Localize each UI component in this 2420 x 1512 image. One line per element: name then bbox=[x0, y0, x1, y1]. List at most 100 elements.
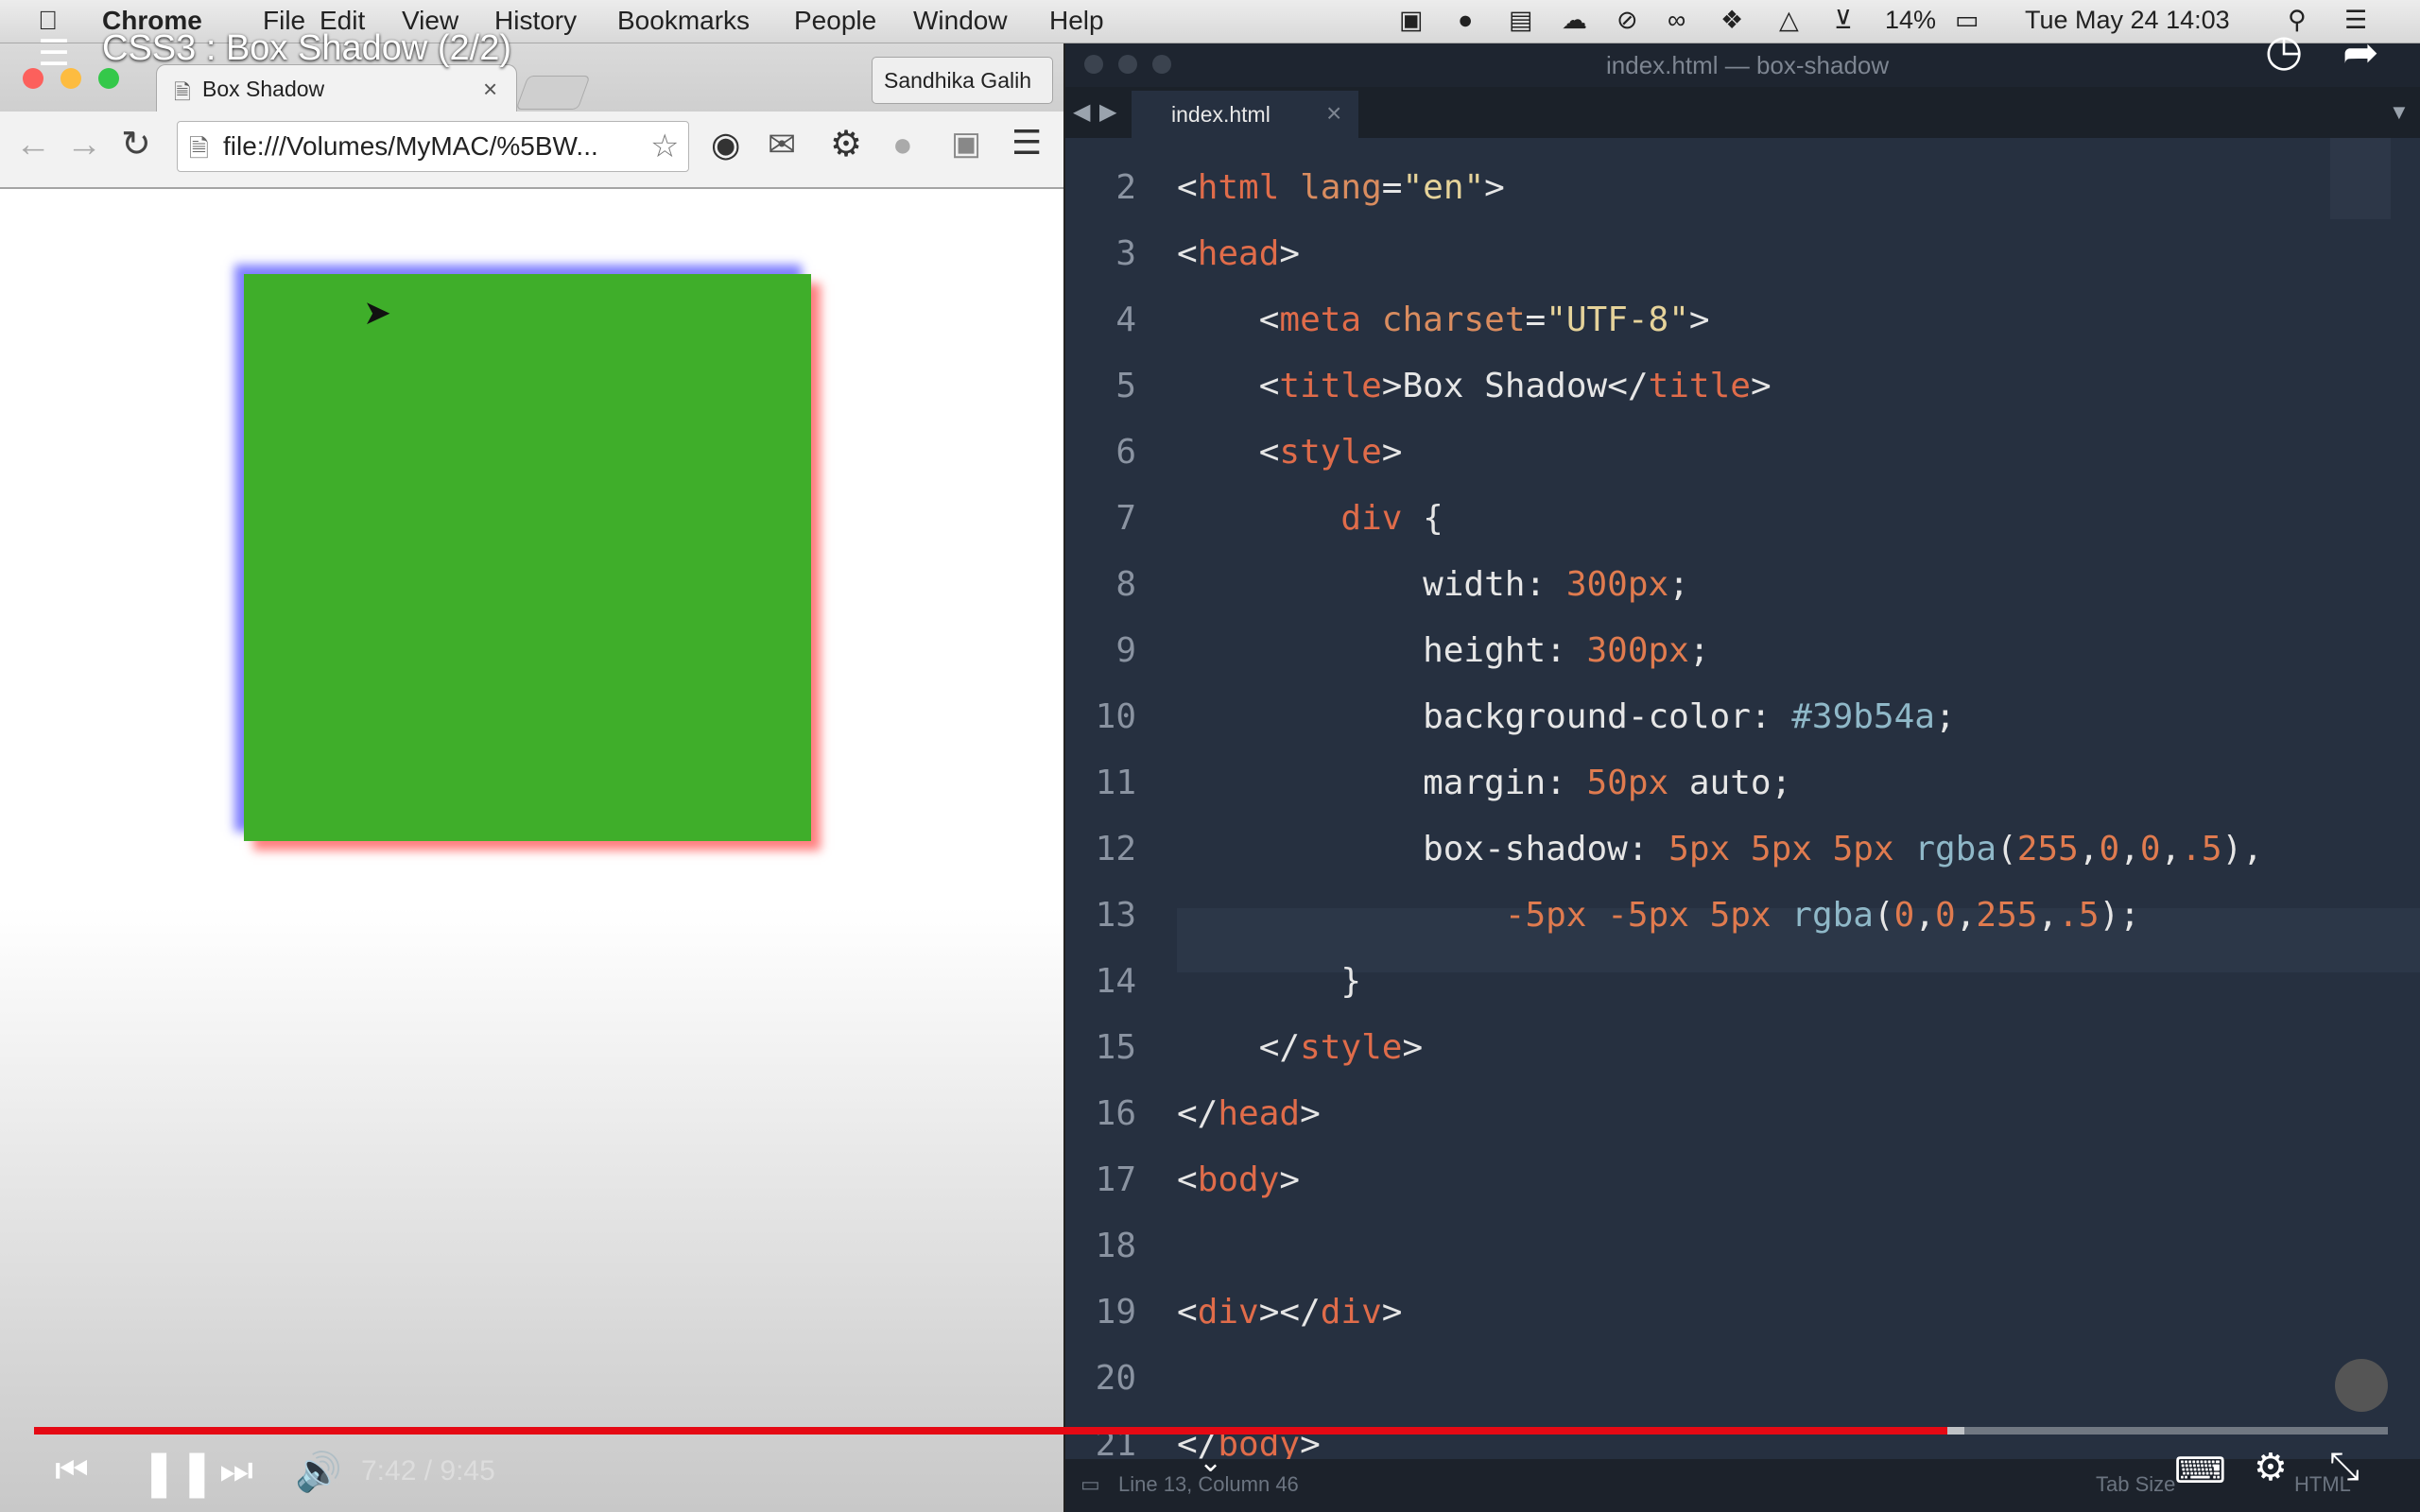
back-button[interactable]: ← bbox=[15, 125, 51, 165]
line-number: 14 bbox=[1095, 962, 1136, 1001]
progress-played bbox=[34, 1427, 1947, 1435]
line-number: 2 bbox=[1115, 168, 1136, 207]
settings-icon[interactable]: ⚙ bbox=[2254, 1446, 2288, 1489]
cloud-icon[interactable]: ☁ bbox=[1562, 6, 1587, 35]
status-panel-icon[interactable]: ▭ bbox=[1080, 1472, 1100, 1497]
time-display: 7:42 / 9:45 bbox=[361, 1455, 495, 1486]
evernote-extension-icon[interactable]: ● bbox=[892, 125, 913, 164]
code-line[interactable]: </style> bbox=[1177, 1028, 1423, 1067]
line-number: 4 bbox=[1115, 301, 1136, 339]
sync-icon[interactable]: ⊘ bbox=[1616, 6, 1638, 35]
editor-zoom-button[interactable] bbox=[1152, 55, 1171, 74]
code-line[interactable]: <style> bbox=[1177, 433, 1403, 472]
code-line[interactable]: width: 300px; bbox=[1177, 565, 1689, 604]
tab-size-indicator[interactable]: Tab Size bbox=[2096, 1472, 2175, 1497]
menu-people[interactable]: People bbox=[794, 6, 876, 36]
code-line[interactable]: } bbox=[1177, 962, 1361, 1001]
zoom-window-button[interactable] bbox=[98, 68, 119, 89]
code-line[interactable]: <head> bbox=[1177, 234, 1300, 273]
profile-name: Sandhika Galih bbox=[884, 68, 1031, 93]
code-line[interactable]: div { bbox=[1177, 499, 1443, 538]
camera-icon[interactable]: ▣ bbox=[1399, 6, 1424, 35]
bookmark-star-icon[interactable]: ☆ bbox=[650, 128, 679, 165]
code-line[interactable]: <meta charset="UTF-8"> bbox=[1177, 301, 1710, 339]
code-line[interactable]: <body> bbox=[1177, 1160, 1300, 1199]
previous-video-icon[interactable]: ⏮ bbox=[55, 1450, 89, 1492]
channel-watermark[interactable] bbox=[2335, 1359, 2388, 1412]
line-number: 18 bbox=[1095, 1227, 1136, 1265]
evernote-icon[interactable]: ● bbox=[1458, 6, 1473, 35]
tab-box-shadow[interactable]: 🗎 Box Shadow × bbox=[156, 64, 517, 114]
line-number: 19 bbox=[1095, 1293, 1136, 1332]
line-number: 9 bbox=[1115, 631, 1136, 670]
line-number: 15 bbox=[1095, 1028, 1136, 1067]
menu-help[interactable]: Help bbox=[1049, 6, 1104, 36]
pause-button[interactable]: ❚❚ bbox=[140, 1446, 216, 1499]
line-number: 11 bbox=[1095, 764, 1136, 802]
code-editor-window: index.html — box-shadow ◀ ▶ index.html ×… bbox=[1065, 43, 2420, 1512]
code-line[interactable]: <div></div> bbox=[1177, 1293, 1402, 1332]
line-number: 7 bbox=[1115, 499, 1136, 538]
line-number: 5 bbox=[1115, 367, 1136, 405]
line-number: 13 bbox=[1095, 896, 1136, 935]
code-line[interactable]: <title>Box Shadow</title> bbox=[1177, 367, 1772, 405]
tab-overflow-icon[interactable]: ▼ bbox=[2389, 100, 2410, 125]
next-video-icon[interactable]: ⏭ bbox=[219, 1450, 253, 1492]
line-number: 6 bbox=[1115, 433, 1136, 472]
code-line[interactable]: height: 300px; bbox=[1177, 631, 1709, 670]
code-line[interactable]: margin: 50px auto; bbox=[1177, 764, 1791, 802]
airplay-icon[interactable]: △ bbox=[1779, 6, 1799, 35]
inbox-icon[interactable]: ▤ bbox=[1509, 6, 1533, 35]
line-number: 12 bbox=[1095, 830, 1136, 868]
playlist-menu-icon[interactable]: ☰ bbox=[38, 32, 70, 75]
tab-title: Box Shadow bbox=[202, 77, 325, 101]
code-line[interactable]: <html lang="en"> bbox=[1177, 168, 1505, 207]
extension-icon[interactable]: ◉ bbox=[711, 125, 740, 164]
mail-checker-icon[interactable]: ✉ bbox=[768, 125, 796, 164]
wifi-icon[interactable]: ⊻ bbox=[1834, 6, 1853, 35]
code-line[interactable]: -5px -5px 5px rgba(0,0,255,.5); bbox=[1177, 896, 2140, 935]
editor-close-button[interactable] bbox=[1084, 55, 1103, 74]
editor-tab-index-html[interactable]: index.html × bbox=[1132, 91, 1358, 138]
menu-bookmarks[interactable]: Bookmarks bbox=[617, 6, 750, 36]
captions-icon[interactable]: ⌨ bbox=[2174, 1450, 2226, 1492]
chevron-down-icon[interactable]: ⌄ bbox=[1199, 1446, 1222, 1479]
code-line[interactable]: background-color: #39b54a; bbox=[1177, 697, 1956, 736]
line-number: 3 bbox=[1115, 234, 1136, 273]
battery-icon[interactable]: ▭ bbox=[1955, 6, 1979, 35]
line-number: 17 bbox=[1095, 1160, 1136, 1199]
code-line[interactable]: </head> bbox=[1177, 1094, 1321, 1133]
close-tab-icon[interactable]: × bbox=[483, 75, 497, 104]
screenshot-icon[interactable]: ▣ bbox=[951, 125, 981, 163]
exit-fullscreen-icon[interactable]: ⤡ bbox=[2329, 1446, 2360, 1488]
editor-minimize-button[interactable] bbox=[1118, 55, 1137, 74]
dropbox-icon[interactable]: ❖ bbox=[1720, 6, 1743, 35]
line-number: 10 bbox=[1095, 697, 1136, 736]
shadowed-green-box bbox=[244, 274, 811, 841]
share-icon[interactable]: ➦ bbox=[2342, 26, 2379, 77]
profile-button[interactable]: Sandhika Galih bbox=[872, 57, 1053, 104]
web-page-viewport: ➤ bbox=[0, 189, 1063, 1512]
close-editor-tab-icon[interactable]: × bbox=[1326, 98, 1341, 129]
mouse-cursor-icon: ➤ bbox=[363, 293, 392, 332]
tab-scroll-right-icon[interactable]: ▶ bbox=[1099, 98, 1116, 126]
chrome-window: 🗎 Box Shadow × Sandhika Galih ← → ↻ 🗎 fi… bbox=[0, 43, 1063, 1512]
minimap[interactable] bbox=[2330, 138, 2391, 219]
editor-tab-bar: ◀ ▶ index.html × ▼ bbox=[1065, 87, 2420, 138]
address-bar[interactable]: 🗎 file:///Volumes/MyMAC/%5BW... ☆ bbox=[177, 121, 689, 172]
watch-later-icon[interactable]: ◷ bbox=[2265, 25, 2303, 76]
settings-extension-icon[interactable]: ⚙ bbox=[830, 123, 862, 165]
reload-button[interactable]: ↻ bbox=[121, 123, 151, 165]
video-title[interactable]: CSS3 : Box Shadow (2/2) bbox=[102, 28, 511, 69]
forward-button[interactable]: → bbox=[66, 125, 102, 165]
menu-window[interactable]: Window bbox=[913, 6, 1008, 36]
tab-scroll-left-icon[interactable]: ◀ bbox=[1073, 98, 1090, 126]
code-line[interactable]: box-shadow: 5px 5px 5px rgba(255,0,0,.5)… bbox=[1177, 830, 2263, 868]
url-text: file:///Volumes/MyMAC/%5BW... bbox=[223, 131, 598, 161]
new-tab-button[interactable] bbox=[515, 76, 591, 110]
volume-icon[interactable]: 🔊 bbox=[295, 1450, 342, 1494]
chrome-menu-icon[interactable]: ☰ bbox=[1011, 123, 1042, 163]
clock[interactable]: Tue May 24 14:03 bbox=[2025, 6, 2230, 35]
cc-icon[interactable]: ∞ bbox=[1668, 6, 1685, 35]
browser-toolbar: ← → ↻ 🗎 file:///Volumes/MyMAC/%5BW... ☆ … bbox=[0, 112, 1063, 189]
